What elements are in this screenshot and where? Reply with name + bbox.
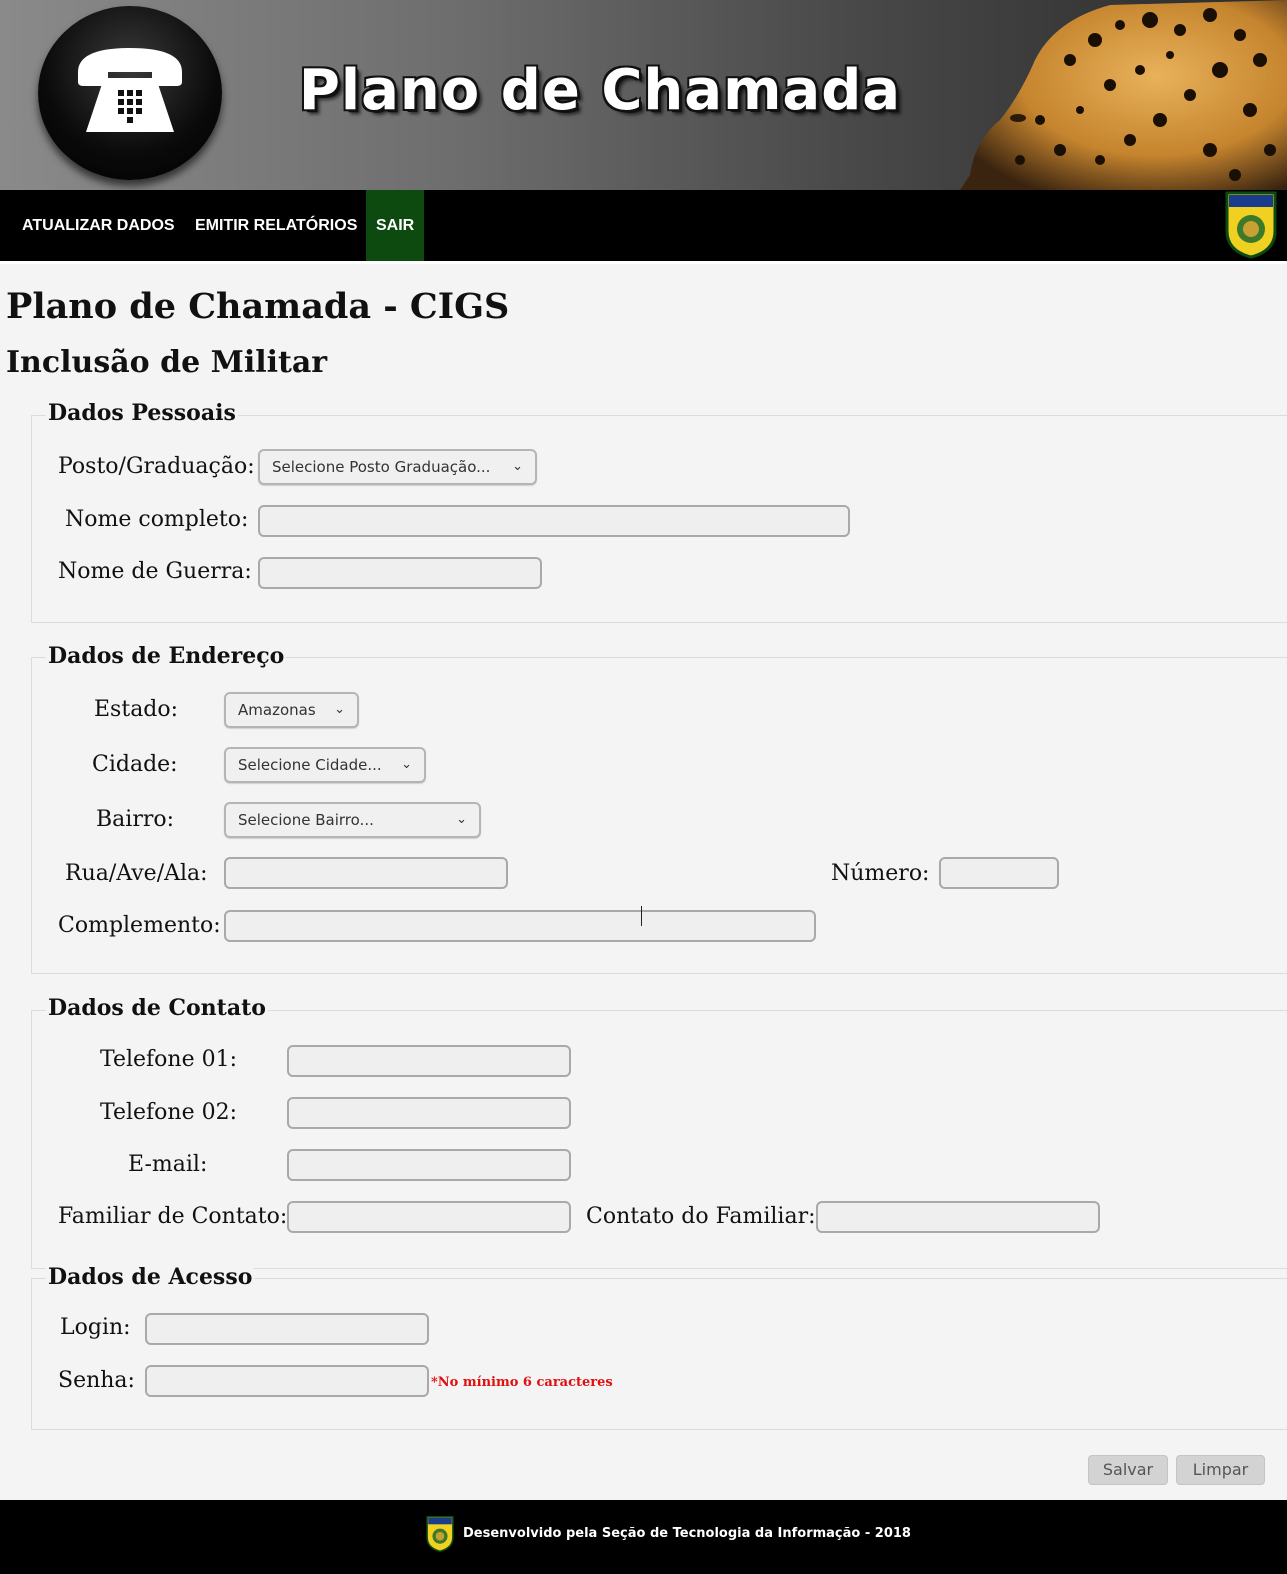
familiar-input[interactable] [287,1201,571,1233]
numero-label: Número: [831,861,930,886]
save-button[interactable]: Salvar [1088,1455,1168,1485]
chevron-down-icon: ⌄ [401,757,412,772]
login-input[interactable] [145,1313,429,1345]
numero-input[interactable] [939,857,1059,889]
page-title: Plano de Chamada - CIGS [6,286,510,327]
complemento-label: Complemento: [58,913,221,938]
senha-hint: *No mínimo 6 caracteres [431,1375,613,1390]
legend-dados-contato: Dados de Contato [46,995,268,1021]
rua-input[interactable] [224,857,508,889]
cidade-select[interactable]: Selecione Cidade... ⌄ [224,747,426,783]
nome-completo-input[interactable] [258,505,850,537]
bairro-label: Bairro: [96,807,175,832]
posto-select-value: Selecione Posto Graduação... [272,458,491,476]
bairro-select[interactable]: Selecione Bairro... ⌄ [224,802,481,838]
telefone2-input[interactable] [287,1097,571,1129]
posto-select[interactable]: Selecione Posto Graduação... ⌄ [258,449,537,485]
chevron-down-icon: ⌄ [512,459,523,474]
chevron-down-icon: ⌄ [334,702,345,717]
login-label: Login: [60,1315,131,1340]
jaguar-image [960,0,1287,190]
cigs-footer-logo [426,1515,454,1553]
nome-completo-label: Nome completo: [65,507,249,532]
senha-input[interactable] [145,1365,429,1397]
complemento-input[interactable] [224,910,816,942]
clear-button[interactable]: Limpar [1176,1455,1265,1485]
nome-guerra-label: Nome de Guerra: [58,559,252,584]
footer: Desenvolvido pela Seção de Tecnologia da… [0,1500,1287,1574]
email-input[interactable] [287,1149,571,1181]
legend-dados-pessoais: Dados Pessoais [46,400,238,426]
rua-label: Rua/Ave/Ala: [65,861,208,886]
familiar-label: Familiar de Contato: [58,1204,288,1229]
nav-emitir-relatorios[interactable]: EMITIR RELATÓRIOS [185,190,367,261]
fieldset-dados-acesso [31,1278,1287,1430]
bairro-select-value: Selecione Bairro... [238,811,374,829]
chevron-down-icon: ⌄ [456,812,467,827]
nome-guerra-input[interactable] [258,557,542,589]
telefone1-input[interactable] [287,1045,571,1077]
estado-select[interactable]: Amazonas ⌄ [224,692,359,728]
contato-familiar-input[interactable] [816,1201,1100,1233]
estado-label: Estado: [94,697,179,722]
senha-label: Senha: [58,1368,135,1393]
nav-sair[interactable]: SAIR [366,190,425,261]
text-cursor [641,906,642,926]
estado-select-value: Amazonas [238,701,316,719]
cidade-select-value: Selecione Cidade... [238,756,382,774]
telefone2-label: Telefone 02: [100,1100,238,1125]
nav-atualizar-dados[interactable]: ATUALIZAR DADOS [12,190,185,261]
header-banner: Plano de Chamada [0,0,1287,190]
cidade-label: Cidade: [92,752,178,777]
telefone1-label: Telefone 01: [100,1047,238,1072]
page-subtitle: Inclusão de Militar [6,345,328,380]
email-label: E-mail: [128,1152,208,1177]
legend-dados-acesso: Dados de Acesso [46,1264,255,1290]
footer-text: Desenvolvido pela Seção de Tecnologia da… [463,1526,911,1541]
legend-dados-endereco: Dados de Endereço [46,643,287,669]
cigs-logo [1225,191,1277,259]
contato-familiar-label: Contato do Familiar: [586,1204,816,1229]
posto-label: Posto/Graduação: [58,454,255,479]
main-nav: ATUALIZAR DADOS EMITIR RELATÓRIOS SAIR [0,190,1287,264]
